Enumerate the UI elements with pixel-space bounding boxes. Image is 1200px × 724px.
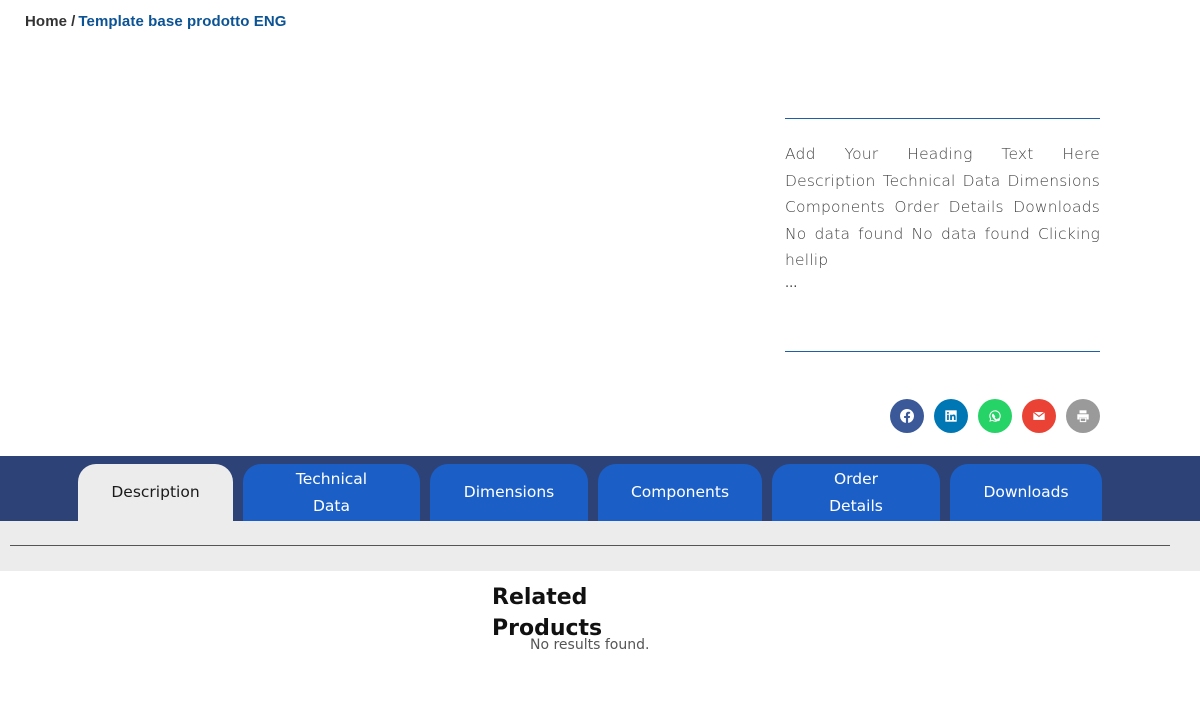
tab-downloads[interactable]: Downloads <box>950 464 1102 521</box>
tab-description[interactable]: Description <box>78 464 233 521</box>
tab-label: Downloads <box>983 483 1069 501</box>
breadcrumb-separator: / <box>71 13 76 30</box>
product-tabs: Description Technical Data Dimensions Co… <box>0 456 1200 521</box>
print-icon <box>1077 410 1089 423</box>
breadcrumb: Home / Template base prodotto ENG <box>25 13 287 30</box>
breadcrumb-home-link[interactable]: Home <box>25 13 67 30</box>
share-buttons <box>890 399 1100 433</box>
product-summary: Add Your Heading Text Here Description T… <box>785 118 1100 352</box>
email-icon <box>1032 411 1046 420</box>
tab-label-line1: Technical <box>295 469 368 488</box>
share-whatsapp-button[interactable] <box>978 399 1012 433</box>
tab-label: Dimensions <box>463 483 555 501</box>
excerpt-ellipsis: ... <box>785 275 798 291</box>
divider-bottom <box>785 351 1100 352</box>
tab-label: Components <box>630 483 730 501</box>
tab-panel <box>0 521 1200 571</box>
no-results-message: No results found. <box>530 637 650 653</box>
tab-label-line2: Details <box>829 496 883 515</box>
product-excerpt: Add Your Heading Text Here Description T… <box>785 145 1100 269</box>
whatsapp-icon <box>989 410 1001 422</box>
tab-components[interactable]: Components <box>598 464 762 521</box>
tab-panel-divider <box>10 545 1170 546</box>
linkedin-icon <box>945 410 957 422</box>
breadcrumb-current: Template base prodotto ENG <box>78 13 287 30</box>
share-email-button[interactable] <box>1022 399 1056 433</box>
share-linkedin-button[interactable] <box>934 399 968 433</box>
tab-label-line1: Order <box>833 469 879 488</box>
divider-top <box>785 118 1100 119</box>
tab-label-line2: Data <box>312 496 350 515</box>
tab-label: Description <box>111 483 200 501</box>
tab-technical-data[interactable]: Technical Data <box>243 464 420 521</box>
tab-dimensions[interactable]: Dimensions <box>430 464 588 521</box>
related-products-heading: Related Products <box>492 585 603 641</box>
facebook-icon <box>900 409 914 423</box>
tab-order-details[interactable]: Order Details <box>772 464 940 521</box>
share-facebook-button[interactable] <box>890 399 924 433</box>
share-print-button[interactable] <box>1066 399 1100 433</box>
